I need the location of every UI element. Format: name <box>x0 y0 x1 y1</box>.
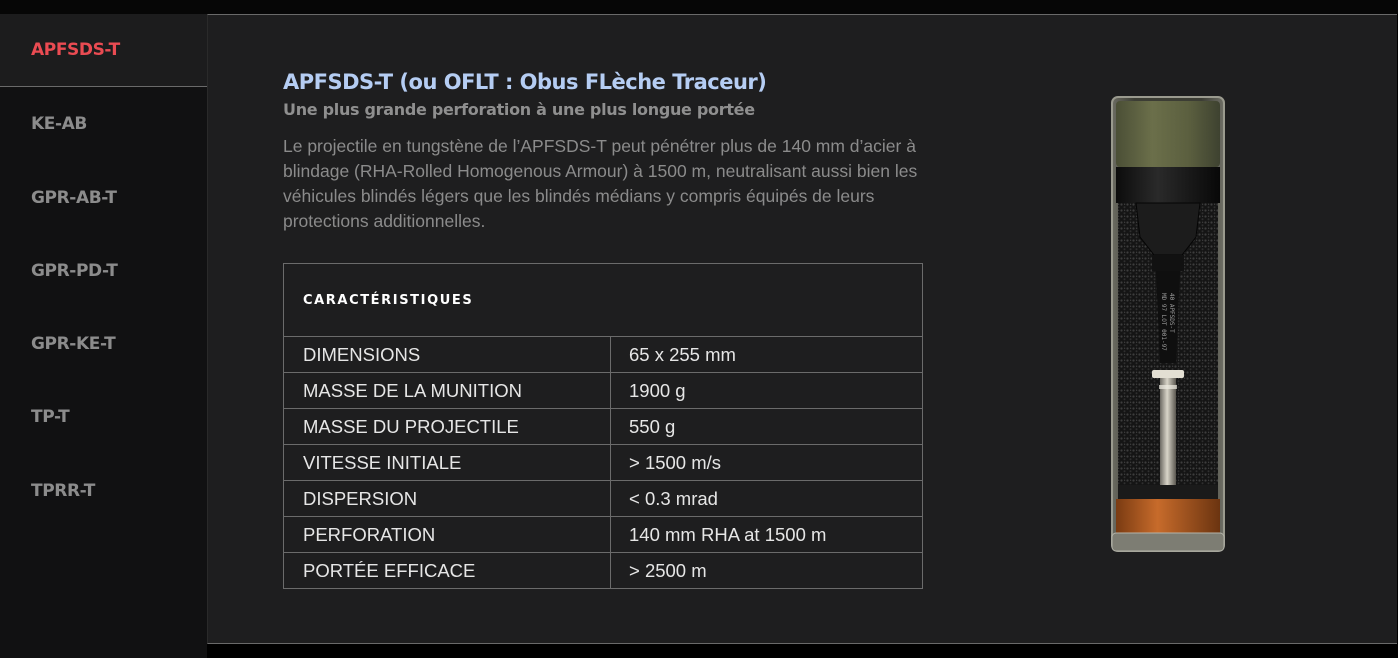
cartridge-marking: 40 APFSDS-T <box>1168 293 1175 333</box>
spec-key: PORTÉE EFFICACE <box>283 552 611 589</box>
tab-label: TP-T <box>31 407 70 427</box>
table-row: DIMENSIONS 65 x 255 mm <box>283 336 923 373</box>
product-subtitle: Une plus grande perforation à une plus l… <box>283 100 755 119</box>
cartridge-cutaway-illustration: 40 APFSDS-T MD 97 LOT 001-97 <box>1111 96 1225 552</box>
tab-ke-ab[interactable]: KE-AB <box>0 87 207 160</box>
spec-value: < 0.3 mrad <box>610 480 923 517</box>
tab-label: APFSDS-T <box>31 40 120 60</box>
spec-key: DIMENSIONS <box>283 336 611 373</box>
tab-label: GPR-KE-T <box>31 334 116 354</box>
table-row: PERFORATION 140 mm RHA at 1500 m <box>283 516 923 553</box>
tab-apfsds-t[interactable]: APFSDS-T <box>0 14 207 87</box>
spec-key: MASSE DU PROJECTILE <box>283 408 611 445</box>
table-row: PORTÉE EFFICACE > 2500 m <box>283 552 923 589</box>
product-description: Le projectile en tungstène de l’APFSDS-T… <box>283 136 918 231</box>
spec-key: VITESSE INITIALE <box>283 444 611 481</box>
spec-key: DISPERSION <box>283 480 611 517</box>
tab-label: GPR-PD-T <box>31 261 118 281</box>
ammunition-image: 40 APFSDS-T MD 97 LOT 001-97 <box>1108 95 1228 555</box>
tab-label: TPRR-T <box>31 481 95 501</box>
page: APFSDS-T KE-AB GPR-AB-T GPR-PD-T GPR-KE-… <box>0 0 1398 658</box>
cartridge-marking: MD 97 LOT 001-97 <box>1160 293 1167 351</box>
tab-label: KE-AB <box>31 114 87 134</box>
specs-table: CARACTÉRISTIQUES DIMENSIONS 65 x 255 mm … <box>283 263 923 589</box>
spec-value: > 2500 m <box>610 552 923 589</box>
tab-tprr-t[interactable]: TPRR-T <box>0 454 207 527</box>
tab-gpr-ke-t[interactable]: GPR-KE-T <box>0 307 207 380</box>
specs-header-row: CARACTÉRISTIQUES <box>283 263 923 337</box>
specs-heading: CARACTÉRISTIQUES <box>283 263 923 337</box>
table-row: MASSE DU PROJECTILE 550 g <box>283 408 923 445</box>
spec-value: 550 g <box>610 408 923 445</box>
tab-label: GPR-AB-T <box>31 188 117 208</box>
spec-value: 1900 g <box>610 372 923 409</box>
tab-tp-t[interactable]: TP-T <box>0 380 207 453</box>
table-row: VITESSE INITIALE > 1500 m/s <box>283 444 923 481</box>
spec-key: MASSE DE LA MUNITION <box>283 372 611 409</box>
spec-value: 140 mm RHA at 1500 m <box>610 516 923 553</box>
product-title: APFSDS-T (ou OFLT : Obus FLèche Traceur) <box>283 70 767 94</box>
tab-gpr-pd-t[interactable]: GPR-PD-T <box>0 234 207 307</box>
table-row: DISPERSION < 0.3 mrad <box>283 480 923 517</box>
spec-value: > 1500 m/s <box>610 444 923 481</box>
spec-key: PERFORATION <box>283 516 611 553</box>
tab-gpr-ab-t[interactable]: GPR-AB-T <box>0 161 207 234</box>
table-row: MASSE DE LA MUNITION 1900 g <box>283 372 923 409</box>
ammunition-tabs: APFSDS-T KE-AB GPR-AB-T GPR-PD-T GPR-KE-… <box>0 14 207 658</box>
top-strip <box>0 0 1398 14</box>
spec-value: 65 x 255 mm <box>610 336 923 373</box>
